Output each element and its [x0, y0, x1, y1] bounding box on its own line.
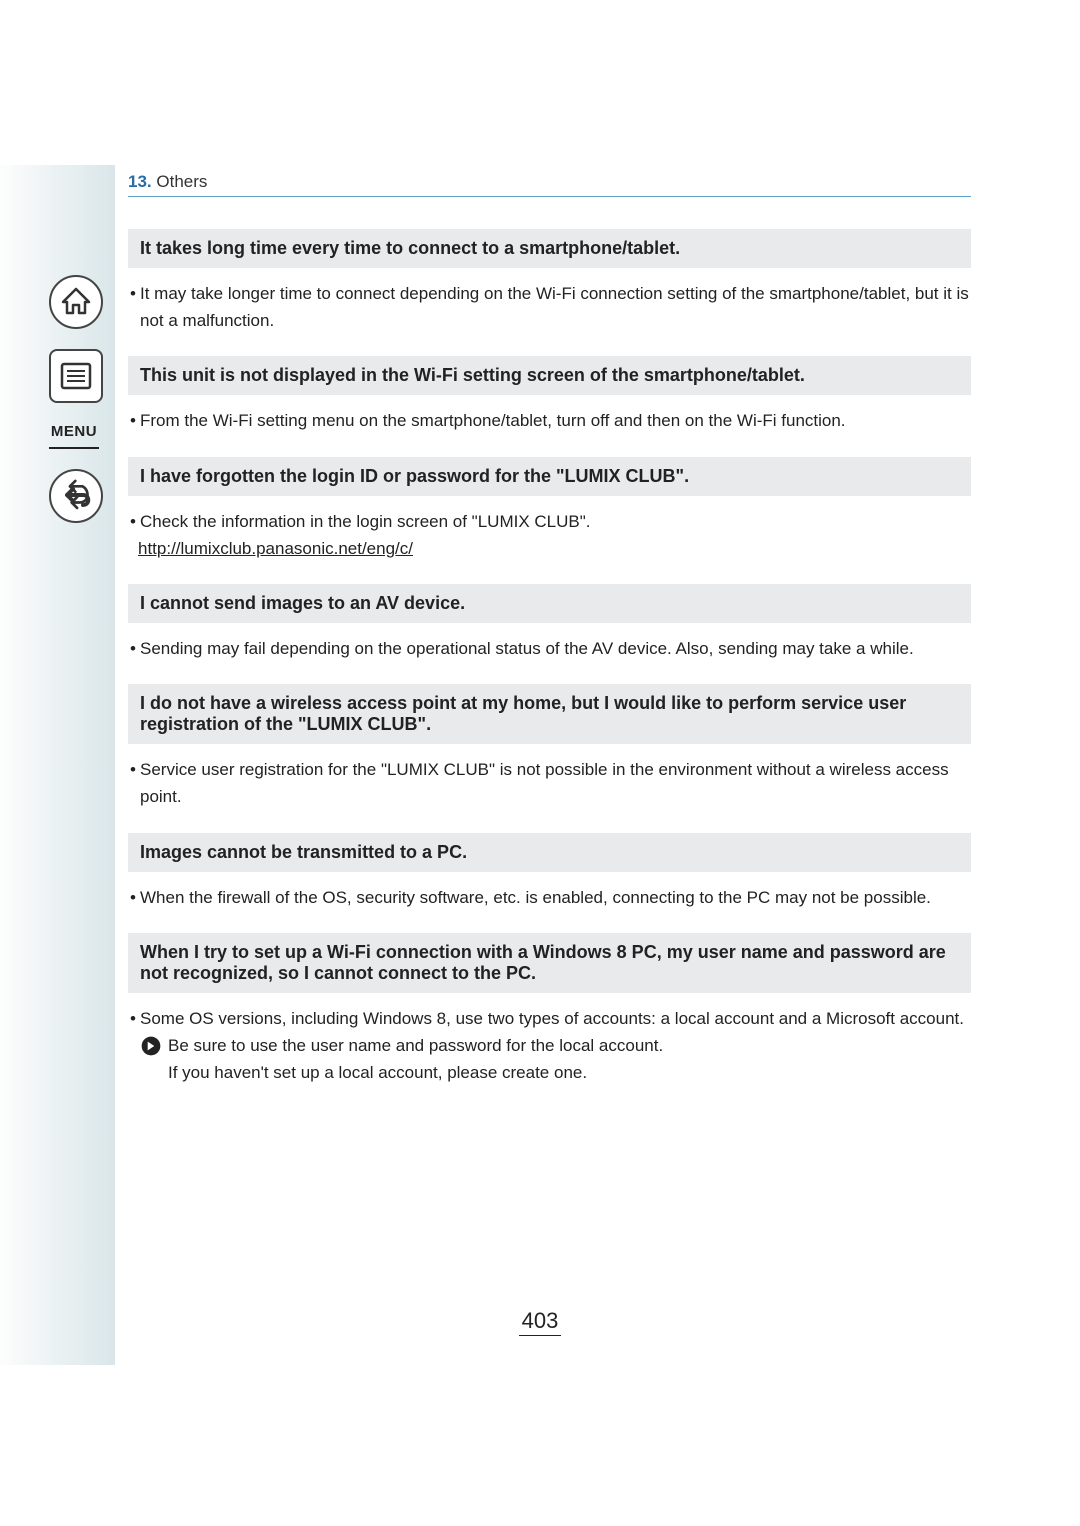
- menu-button[interactable]: MENU: [49, 423, 99, 449]
- bullet-dot-icon: •: [130, 280, 140, 307]
- answer-bullet: •From the Wi-Fi setting menu on the smar…: [128, 407, 971, 434]
- answer-bullet: •Sending may fail depending on the opera…: [128, 635, 971, 662]
- qa-block: Images cannot be transmitted to a PC. •Wh…: [128, 833, 971, 911]
- page-root: MENU 13. Others It takes long time every…: [0, 0, 1080, 1526]
- answer-sub-row: Be sure to use the user name and passwor…: [140, 1032, 971, 1059]
- spacer-icon: [140, 1062, 162, 1084]
- answer-bullet: •Service user registration for the "LUMI…: [128, 756, 971, 810]
- question-heading: It takes long time every time to connect…: [128, 229, 971, 268]
- answer-text: From the Wi-Fi setting menu on the smart…: [140, 407, 969, 434]
- qa-list: It takes long time every time to connect…: [128, 229, 971, 1086]
- bullet-dot-icon: •: [130, 635, 140, 662]
- answer-sub-text: If you haven't set up a local account, p…: [168, 1059, 971, 1086]
- answer-link-row: http://lumixclub.panasonic.net/eng/c/: [128, 535, 971, 562]
- question-heading: I cannot send images to an AV device.: [128, 584, 971, 623]
- question-heading: I have forgotten the login ID or passwor…: [128, 457, 971, 496]
- answer-text: Service user registration for the "LUMIX…: [140, 756, 969, 810]
- bullet-dot-icon: •: [130, 756, 140, 783]
- chapter-title: Others: [156, 172, 207, 191]
- bullet-dot-icon: •: [130, 508, 140, 535]
- qa-block: This unit is not displayed in the Wi-Fi …: [128, 356, 971, 434]
- content-area: 13. Others It takes long time every time…: [128, 172, 971, 1108]
- question-heading: When I try to set up a Wi-Fi connection …: [128, 933, 971, 993]
- home-icon[interactable]: [49, 275, 103, 329]
- question-heading: This unit is not displayed in the Wi-Fi …: [128, 356, 971, 395]
- question-heading: Images cannot be transmitted to a PC.: [128, 833, 971, 872]
- answer-bullet: •Check the information in the login scre…: [128, 508, 971, 535]
- question-heading: I do not have a wireless access point at…: [128, 684, 971, 744]
- chapter-number: 13.: [128, 172, 152, 191]
- qa-block: When I try to set up a Wi-Fi connection …: [128, 933, 971, 1087]
- back-icon[interactable]: [49, 469, 103, 523]
- breadcrumb: 13. Others: [128, 172, 971, 197]
- answer-text: When the firewall of the OS, security so…: [140, 884, 969, 911]
- lumix-club-link[interactable]: http://lumixclub.panasonic.net/eng/c/: [138, 539, 413, 558]
- page-number-value: 403: [519, 1308, 562, 1336]
- bullet-dot-icon: •: [130, 1005, 140, 1032]
- answer-text: Sending may fail depending on the operat…: [140, 635, 969, 662]
- nav-icons-group: MENU: [49, 275, 104, 543]
- answer-text: Some OS versions, including Windows 8, u…: [140, 1005, 969, 1032]
- contents-list-icon[interactable]: [49, 349, 103, 403]
- answer-sub-row: If you haven't set up a local account, p…: [140, 1059, 971, 1086]
- bullet-dot-icon: •: [130, 407, 140, 434]
- answer-text: Check the information in the login scree…: [140, 508, 969, 535]
- qa-block: I have forgotten the login ID or passwor…: [128, 457, 971, 562]
- arrow-right-circle-icon: [140, 1035, 162, 1057]
- qa-block: I do not have a wireless access point at…: [128, 684, 971, 810]
- answer-bullet: •When the firewall of the OS, security s…: [128, 884, 971, 911]
- bullet-dot-icon: •: [130, 884, 140, 911]
- answer-text: It may take longer time to connect depen…: [140, 280, 969, 334]
- qa-block: It takes long time every time to connect…: [128, 229, 971, 334]
- qa-block: I cannot send images to an AV device. •Se…: [128, 584, 971, 662]
- answer-bullet: •It may take longer time to connect depe…: [128, 280, 971, 334]
- answer-sub-text: Be sure to use the user name and passwor…: [168, 1032, 971, 1059]
- page-number[interactable]: 403: [0, 1308, 1080, 1334]
- answer-bullet: •Some OS versions, including Windows 8, …: [128, 1005, 971, 1032]
